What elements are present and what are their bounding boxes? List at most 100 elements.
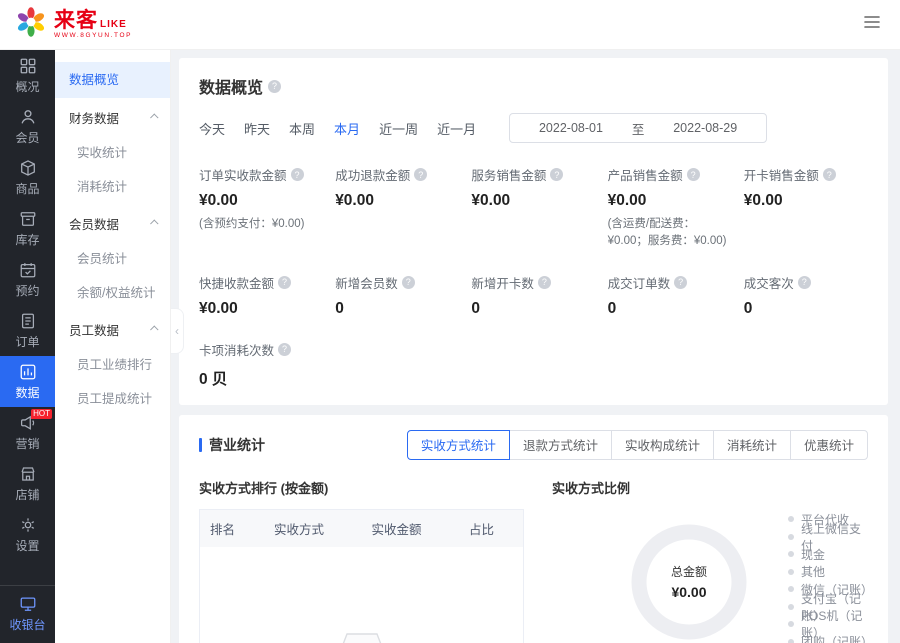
stats-grid: 订单实收款金额? ¥0.00 (含预约支付：¥0.00) 成功退款金额? ¥0.… xyxy=(199,165,868,389)
help-icon[interactable]: ? xyxy=(798,276,811,289)
legend-dot-icon xyxy=(788,604,794,610)
empty-state: 暂无数据 xyxy=(200,547,523,643)
box-icon xyxy=(19,159,37,177)
nav-members[interactable]: 会员 xyxy=(0,101,55,152)
date-tab-this-month[interactable]: 本月 xyxy=(334,119,360,138)
help-icon[interactable]: ? xyxy=(291,168,304,181)
date-range-picker[interactable]: 2022-08-01 至 2022-08-29 xyxy=(509,113,767,143)
nav-orders[interactable]: 订单 xyxy=(0,305,55,356)
nav-label: 设置 xyxy=(15,537,39,554)
chart-legend: 平台代收 线上微信支付 现金 其他 微信（记账） 支付宝（记账） POS机（记账… xyxy=(788,511,868,643)
brand-text: 来客LIKE WWW.8GYUN.TOP xyxy=(54,10,132,40)
help-icon[interactable]: ? xyxy=(823,168,836,181)
brand-logo[interactable]: 来客LIKE WWW.8GYUN.TOP xyxy=(14,5,132,44)
col-amount: 实收金额 xyxy=(362,510,460,547)
nav-stock[interactable]: 库存 xyxy=(0,203,55,254)
tab-receipt-composition-stats[interactable]: 实收构成统计 xyxy=(611,430,714,460)
top-bar: 来客LIKE WWW.8GYUN.TOP xyxy=(0,0,900,50)
col-rank: 排名 xyxy=(200,510,264,547)
date-start: 2022-08-01 xyxy=(539,121,603,135)
help-icon[interactable]: ? xyxy=(278,276,291,289)
menu-received-stats[interactable]: 实收统计 xyxy=(55,136,170,170)
help-icon[interactable]: ? xyxy=(674,276,687,289)
nav-booking[interactable]: 预约 xyxy=(0,254,55,305)
help-icon[interactable]: ? xyxy=(278,343,291,356)
tab-refund-method-stats[interactable]: 退款方式统计 xyxy=(509,430,612,460)
nav-goods[interactable]: 商品 xyxy=(0,152,55,203)
chevron-up-icon xyxy=(150,113,158,121)
menu-group-finance: 财务数据 实收统计 消耗统计 xyxy=(55,98,170,204)
grid-icon xyxy=(19,57,37,75)
donut-center-value: ¥0.00 xyxy=(671,584,706,600)
bar-chart-icon xyxy=(19,363,37,381)
legend-dot-icon xyxy=(788,551,794,557)
menu-group-label: 会员数据 xyxy=(69,214,119,233)
nav-label: 店铺 xyxy=(15,486,39,503)
secondary-sidebar: 数据概览 财务数据 实收统计 消耗统计 会员数据 会员统计 余额/权益统计 xyxy=(55,50,171,643)
stat-product-sales: 产品销售金额? ¥0.00 (含运费/配送费：¥0.00；服务费：¥0.00) xyxy=(608,165,732,251)
nav-label: 收银台 xyxy=(9,616,45,633)
menu-balance-stats[interactable]: 余额/权益统计 xyxy=(55,276,170,310)
legend-dot-icon xyxy=(788,621,794,627)
help-icon[interactable]: ? xyxy=(550,168,563,181)
nav-label: 库存 xyxy=(15,231,39,248)
nav-shop[interactable]: 店铺 xyxy=(0,458,55,509)
date-tab-today[interactable]: 今天 xyxy=(199,119,225,138)
stat-value: 0 xyxy=(471,300,595,318)
tab-discount-stats[interactable]: 优惠统计 xyxy=(790,430,868,460)
nav-cashier[interactable]: 收银台 xyxy=(0,585,55,643)
business-stats-card: 营业统计 实收方式统计 退款方式统计 实收构成统计 消耗统计 优惠统计 实收方式… xyxy=(179,415,888,643)
menu-group-finance-header[interactable]: 财务数据 xyxy=(55,98,170,136)
menu-consume-stats[interactable]: 消耗统计 xyxy=(55,170,170,204)
legend-label: 团购（记账） xyxy=(801,633,868,643)
stat-label: 新增会员数 xyxy=(335,273,398,292)
menu-group-label: 财务数据 xyxy=(69,108,119,127)
stat-order-received-amount: 订单实收款金额? ¥0.00 (含预约支付：¥0.00) xyxy=(199,165,323,251)
panel-title: 实收方式比例 xyxy=(552,478,868,497)
hamburger-menu-icon[interactable] xyxy=(862,12,882,37)
date-tab-last-7-days[interactable]: 近一周 xyxy=(379,119,418,138)
nav-marketing[interactable]: HOT 营销 xyxy=(0,407,55,458)
stat-label: 服务销售金额 xyxy=(471,165,546,184)
legend-item: 其他 xyxy=(788,563,868,581)
stats-tab-group: 实收方式统计 退款方式统计 实收构成统计 消耗统计 优惠统计 xyxy=(407,430,868,460)
col-method: 实收方式 xyxy=(264,510,362,547)
help-icon[interactable]: ? xyxy=(414,168,427,181)
tab-receipt-method-stats[interactable]: 实收方式统计 xyxy=(407,430,510,460)
date-tab-this-week[interactable]: 本周 xyxy=(289,119,315,138)
menu-group-staff-header[interactable]: 员工数据 xyxy=(55,310,170,348)
stat-deal-orders: 成交订单数? 0 xyxy=(608,273,732,318)
help-icon[interactable]: ? xyxy=(268,80,281,93)
nav-label: 预约 xyxy=(15,282,39,299)
stat-new-members: 新增会员数? 0 xyxy=(335,273,459,318)
menu-data-overview[interactable]: 数据概览 xyxy=(55,62,170,98)
legend-item: 线上微信支付 xyxy=(788,528,868,546)
nav-settings[interactable]: 设置 xyxy=(0,509,55,560)
stat-label: 成功退款金额 xyxy=(335,165,410,184)
nav-data[interactable]: 数据 xyxy=(0,356,55,407)
menu-staff-rank[interactable]: 员工业绩排行 xyxy=(55,348,170,382)
menu-group-staff: 员工数据 员工业绩排行 员工提成统计 xyxy=(55,310,170,416)
nav-overview[interactable]: 概况 xyxy=(0,50,55,101)
menu-group-member-header[interactable]: 会员数据 xyxy=(55,204,170,242)
tab-consume-stats[interactable]: 消耗统计 xyxy=(713,430,791,460)
legend-label: 现金 xyxy=(801,546,825,563)
date-end: 2022-08-29 xyxy=(673,121,737,135)
help-icon[interactable]: ? xyxy=(687,168,700,181)
stat-quick-payment: 快捷收款金额? ¥0.00 xyxy=(199,273,323,318)
pinwheel-logo-icon xyxy=(14,5,48,44)
primary-sidebar: 概况 会员 商品 库存 预约 订单 xyxy=(0,50,55,643)
help-icon[interactable]: ? xyxy=(402,276,415,289)
nav-label: 订单 xyxy=(15,333,39,350)
date-tab-last-30-days[interactable]: 近一月 xyxy=(437,119,476,138)
help-icon[interactable]: ? xyxy=(538,276,551,289)
date-tab-yesterday[interactable]: 昨天 xyxy=(244,119,270,138)
sidebar-collapse-button[interactable]: ‹ xyxy=(171,308,184,354)
brand-url: WWW.8GYUN.TOP xyxy=(54,33,132,40)
hot-badge: HOT xyxy=(31,409,52,419)
nav-label: 商品 xyxy=(15,180,39,197)
stat-label: 成交订单数 xyxy=(608,273,671,292)
menu-member-stats[interactable]: 会员统计 xyxy=(55,242,170,276)
legend-label: 其他 xyxy=(801,563,825,580)
menu-staff-commission[interactable]: 员工提成统计 xyxy=(55,382,170,416)
